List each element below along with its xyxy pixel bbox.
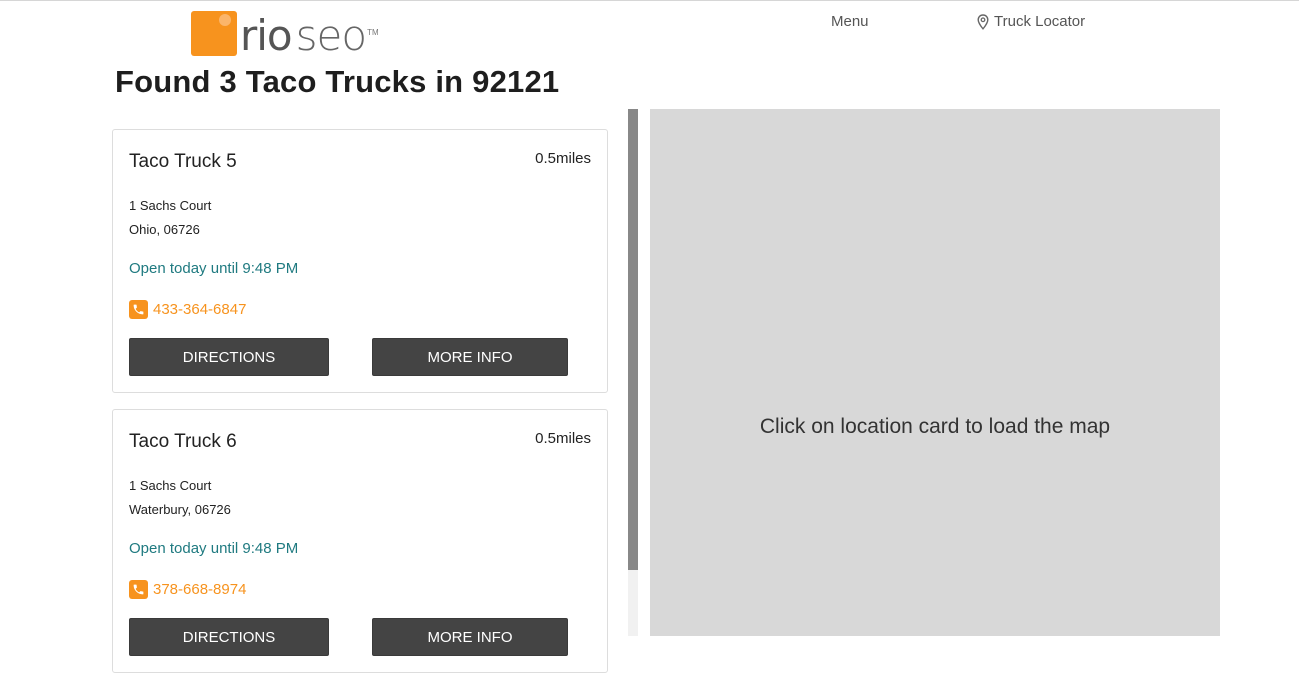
results-scrollbar[interactable] (628, 109, 638, 636)
map-panel[interactable]: Click on location card to load the map (650, 109, 1220, 636)
truck-locator-label: Truck Locator (994, 13, 1086, 30)
phone-link[interactable]: 378-668-8974 (129, 580, 246, 599)
phone-number: 433-364-6847 (153, 301, 247, 318)
map-pin-icon (977, 13, 989, 30)
page-title: Found 3 Taco Trucks in 92121 (115, 64, 560, 99)
address-line-1: 1 Sachs Court (129, 198, 212, 213)
logo-seo: seo (295, 11, 367, 60)
nav-truck-locator-link[interactable]: Truck Locator (977, 13, 1085, 30)
nav-menu-link[interactable]: Menu (831, 13, 869, 30)
location-name: Taco Truck 5 (129, 151, 237, 172)
hours-status: Open today until 9:48 PM (129, 260, 299, 277)
logo-mark-icon (191, 11, 237, 56)
location-card[interactable]: Taco Truck 5 0.5miles 1 Sachs Court Ohio… (112, 129, 608, 393)
results-list: Taco Truck 5 0.5miles 1 Sachs Court Ohio… (112, 129, 608, 689)
map-placeholder-message: Click on location card to load the map (759, 415, 1111, 438)
more-info-button[interactable]: MORE INFO (372, 618, 568, 656)
logo-trademark: TM (367, 28, 379, 37)
phone-number: 378-668-8974 (153, 581, 247, 598)
location-name: Taco Truck 6 (129, 431, 237, 452)
scrollbar-thumb[interactable] (628, 109, 638, 570)
top-divider (0, 0, 1299, 1)
phone-icon (129, 300, 148, 319)
address-line-1: 1 Sachs Court (129, 478, 212, 493)
phone-link[interactable]: 433-364-6847 (129, 300, 246, 319)
location-distance: 0.5miles (535, 150, 591, 167)
hours-status: Open today until 9:48 PM (129, 540, 299, 557)
address-line-2: Waterbury, 06726 (129, 502, 231, 517)
logo-rio: rio (240, 11, 293, 60)
more-info-button[interactable]: MORE INFO (372, 338, 568, 376)
logo-wordmark: rioseo (240, 15, 367, 57)
rioseo-logo[interactable]: rioseo TM (191, 10, 379, 57)
directions-button[interactable]: DIRECTIONS (129, 338, 329, 376)
phone-icon (129, 580, 148, 599)
location-card[interactable]: Taco Truck 6 0.5miles 1 Sachs Court Wate… (112, 409, 608, 673)
location-distance: 0.5miles (535, 430, 591, 447)
directions-button[interactable]: DIRECTIONS (129, 618, 329, 656)
address-line-2: Ohio, 06726 (129, 222, 200, 237)
